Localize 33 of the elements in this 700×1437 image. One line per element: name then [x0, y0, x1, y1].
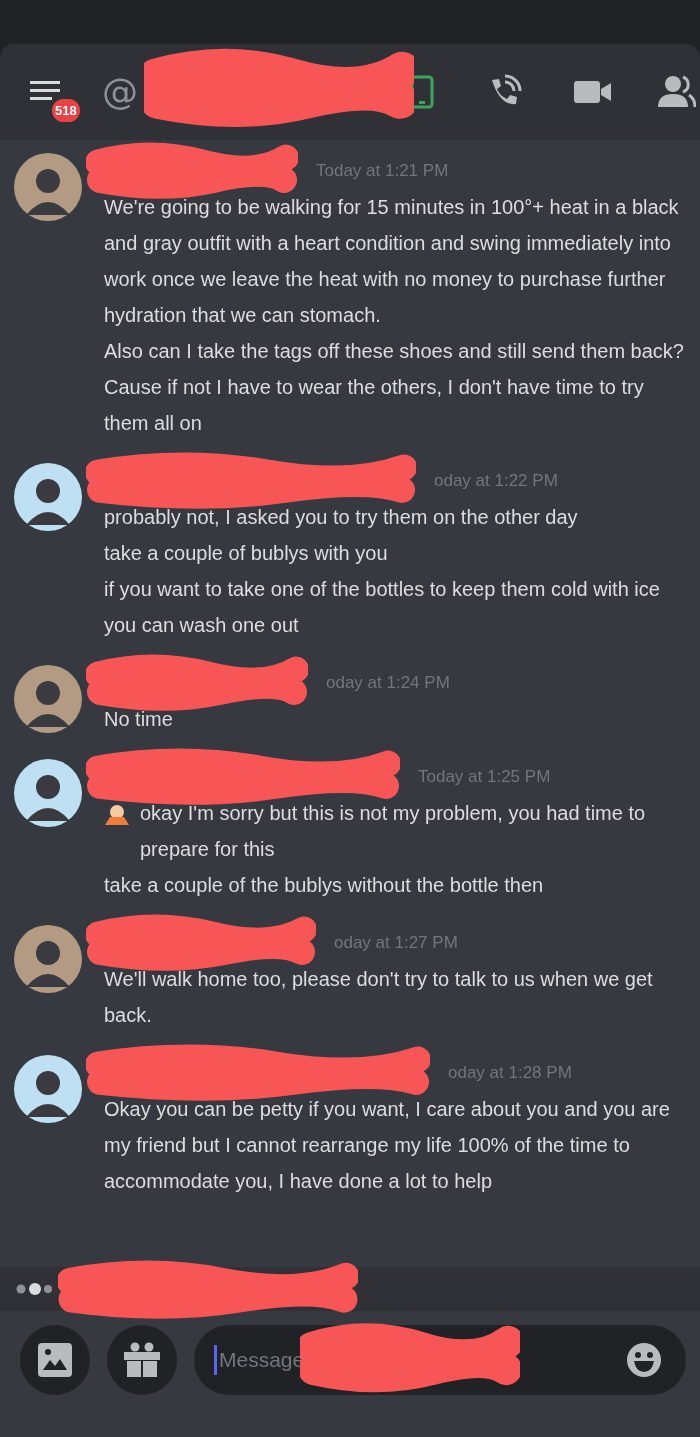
avatar[interactable] — [14, 153, 82, 221]
video-camera-icon[interactable] — [574, 79, 612, 105]
avatar[interactable] — [14, 925, 82, 993]
message-text: probably not, I asked you to try them on the other day — [104, 506, 578, 528]
at-icon: @ — [102, 74, 138, 110]
timestamp: Today at 1:25 PM — [418, 767, 551, 787]
message-text: if you want to take one of the bottles to keep them cold with ice you can wash one out — [104, 578, 660, 636]
message-text: take a couple of bublys with you — [104, 542, 388, 564]
avatar[interactable] — [14, 1055, 82, 1123]
unread-badge: 518 — [52, 99, 80, 122]
timestamp: Today at 1:21 PM — [316, 161, 449, 181]
text-cursor — [214, 1345, 217, 1375]
emoji-icon[interactable] — [626, 1342, 662, 1378]
gift-icon — [123, 1342, 161, 1378]
message-text: Also can I take the tags off these shoes and still send them back? — [104, 340, 684, 362]
message-text: Okay you can be petty if you want, I care about you and you are my friend but I cannot rearrange my life 100% of the time to accommodate you, I have done a lot to help — [104, 1098, 670, 1192]
avatar[interactable] — [14, 759, 82, 827]
message-text: We're going to be walking for 15 minutes in 100°+ heat in a black and gray outfit with a heart condition and swing immediately into work once we leave the heat with no money to purchase further hydration that we can stomach. — [104, 196, 679, 326]
avatar[interactable] — [14, 463, 82, 531]
image-icon — [37, 1342, 73, 1378]
message-text: Cause if not I have to wear the others, I don't have time to try them all on — [104, 376, 644, 434]
timestamp: oday at 1:22 PM — [434, 471, 558, 491]
timestamp: oday at 1:28 PM — [448, 1063, 572, 1083]
typing-indicator-icon — [16, 1282, 54, 1296]
message-text: okay I'm sorry but this is not my problem, you had time to prepare for this — [140, 801, 647, 862]
message-text: We'll walk home too, please don't try to talk to us when we get back. — [104, 968, 653, 1026]
timestamp: oday at 1:27 PM — [334, 933, 458, 953]
members-icon[interactable] — [658, 75, 696, 109]
message-text: No time — [104, 708, 173, 730]
message-text: take a couple of the bublys without the bottle then — [104, 874, 544, 896]
avatar[interactable] — [14, 665, 82, 733]
timestamp: oday at 1:24 PM — [326, 673, 450, 693]
mobile-icon[interactable] — [410, 75, 434, 109]
